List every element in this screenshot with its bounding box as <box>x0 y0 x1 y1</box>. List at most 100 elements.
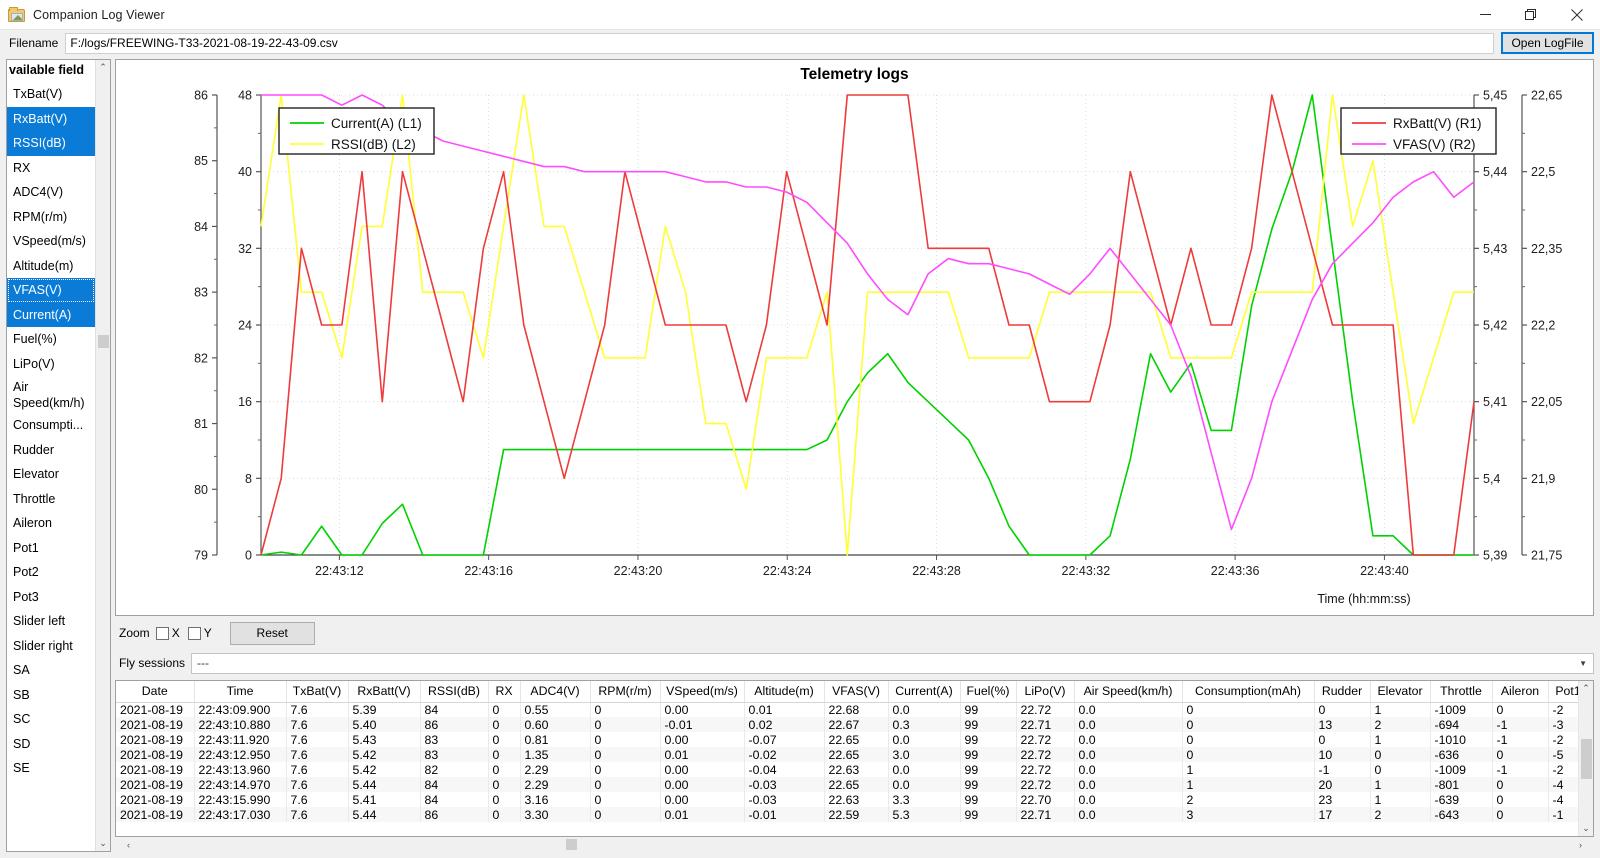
table-vscroll-thumb[interactable] <box>1581 738 1592 779</box>
table-cell: -4 <box>1548 792 1578 807</box>
table-column-header[interactable]: Fuel(%) <box>960 681 1017 703</box>
sidebar-item-aileron[interactable]: Aileron <box>7 511 95 536</box>
sidebar-item-slider-left[interactable]: Slider left <box>7 609 95 634</box>
sidebar-item-air-speed-km-h[interactable]: Air Speed(km/h) <box>7 376 95 413</box>
sidebar-item-se[interactable]: SE <box>7 756 95 781</box>
sidebar-scroll-down-icon[interactable]: ⌄ <box>96 836 110 851</box>
sidebar-item-sd[interactable]: SD <box>7 732 95 757</box>
sidebar-scroll-thumb[interactable] <box>98 335 109 348</box>
table-column-header[interactable]: Time <box>194 681 287 703</box>
zoom-y-checkbox[interactable] <box>187 626 201 640</box>
table-column-header[interactable]: Rudder <box>1314 681 1371 703</box>
table-scroll-left-icon[interactable]: ‹ <box>121 840 136 850</box>
table-row[interactable]: 2021-08-19 22:43:10.880 7.6 5.40 86 0 0.60 0 -0.… <box>116 717 1578 732</box>
table-row[interactable]: 2021-08-19 22:43:14.970 7.6 5.44 84 0 2.29 0 0.0… <box>116 777 1578 792</box>
table-cell: 5.3 <box>888 807 961 822</box>
available-fields-list[interactable]: vailable field TxBat(V) RxBatt(V) RSSI(dB)… <box>7 60 95 851</box>
sidebar-item-rpm-r-m[interactable]: RPM(r/m) <box>7 205 95 230</box>
table-row[interactable]: 2021-08-19 22:43:15.990 7.6 5.41 84 0 3.16 0 0.0… <box>116 792 1578 807</box>
table-column-header[interactable]: Consumption(mAh) <box>1182 681 1315 703</box>
sidebar-item-rudder[interactable]: Rudder <box>7 438 95 463</box>
table-scroll-down-icon[interactable]: ⌄ <box>1579 821 1593 836</box>
table-row[interactable]: 2021-08-19 22:43:11.920 7.6 5.43 83 0 0.81 0 0.0… <box>116 732 1578 747</box>
table-column-header[interactable]: Throttle <box>1430 681 1493 703</box>
table-column-header[interactable]: TxBat(V) <box>286 681 349 703</box>
chart-text: 80 <box>194 483 208 497</box>
chart-canvas[interactable]: 22:43:12 22:43:16 22:43:20 22:43:24 22:43:28… <box>116 60 1594 615</box>
table-scroll-right-icon[interactable]: › <box>1573 840 1588 850</box>
sidebar-item-fuel[interactable]: Fuel(%) <box>7 327 95 352</box>
table-cell: 22.65 <box>824 777 889 792</box>
fly-sessions-select[interactable]: --- ▼ <box>191 652 1594 674</box>
table-vertical-scrollbar[interactable]: ⌃ ⌄ <box>1578 681 1593 836</box>
table-column-header[interactable]: Date <box>116 681 195 703</box>
sidebar-item-pot1[interactable]: Pot1 <box>7 536 95 561</box>
table-column-header[interactable]: Aileron <box>1492 681 1549 703</box>
sidebar-item-pot3[interactable]: Pot3 <box>7 585 95 610</box>
table-column-header[interactable]: RSSI(dB) <box>420 681 489 703</box>
table-column-header[interactable]: RX <box>488 681 521 703</box>
table-cell: 2.29 <box>520 777 591 792</box>
table-cell: 7.6 <box>286 792 349 807</box>
telemetry-chart[interactable]: Telemetry logs 22:43:12 22:43:16 22:43:20 2… <box>115 59 1594 616</box>
table-column-header[interactable]: Altitude(m) <box>744 681 825 703</box>
table-column-header[interactable]: Current(A) <box>888 681 961 703</box>
sidebar-item-elevator[interactable]: Elevator <box>7 462 95 487</box>
sidebar-scrollbar[interactable]: ⌃ ⌄ <box>95 60 110 851</box>
chart-text: VFAS(V) (R2) <box>1393 137 1476 152</box>
maximize-button[interactable] <box>1508 0 1554 30</box>
table-hscroll-thumb[interactable] <box>566 839 577 850</box>
sidebar-item-throttle[interactable]: Throttle <box>7 487 95 512</box>
sidebar-item-sc[interactable]: SC <box>7 707 95 732</box>
sidebar-item-current-a[interactable]: Current(A) <box>7 302 95 327</box>
table-column-header[interactable]: Air Speed(km/h) <box>1074 681 1183 703</box>
table-scroll-up-icon[interactable]: ⌃ <box>1579 681 1593 696</box>
log-table[interactable]: Date Time TxBat(V) RxBatt(V) RSSI(dB) RX ADC4(… <box>116 681 1578 822</box>
table-cell: 22:43:12.950 <box>194 747 287 762</box>
sidebar-item-rxbatt-v[interactable]: RxBatt(V) <box>7 106 95 131</box>
table-cell: 0 <box>1492 807 1549 822</box>
sidebar-item-consumpti[interactable]: Consumpti... <box>7 413 95 438</box>
table-cell: 2021-08-19 <box>116 732 195 747</box>
close-button[interactable] <box>1554 0 1600 30</box>
log-table-scroll-area[interactable]: Date Time TxBat(V) RxBatt(V) RSSI(dB) RX ADC4(… <box>116 681 1578 836</box>
sidebar-item-slider-right[interactable]: Slider right <box>7 634 95 659</box>
sidebar-item-rx[interactable]: RX <box>7 156 95 181</box>
table-row[interactable]: 2021-08-19 22:43:13.960 7.6 5.42 82 0 2.29 0 0.0… <box>116 762 1578 777</box>
table-row[interactable]: 2021-08-19 22:43:09.900 7.6 5.39 84 0 0.55 0 0.0… <box>116 702 1578 717</box>
sidebar-scroll-up-icon[interactable]: ⌃ <box>96 60 110 75</box>
table-body[interactable]: 2021-08-19 22:43:09.900 7.6 5.39 84 0 0.55 0 0.0… <box>116 702 1578 822</box>
table-cell: -0.03 <box>744 792 825 807</box>
sidebar-item-sb[interactable]: SB <box>7 683 95 708</box>
filename-input[interactable]: F:/logs/FREEWING-T33-2021-08-19-22-43-09… <box>65 32 1494 54</box>
table-column-header[interactable]: VFAS(V) <box>824 681 889 703</box>
zoom-x-checkbox[interactable] <box>155 626 169 640</box>
sidebar-item-vfas-v[interactable]: VFAS(V) <box>7 278 95 303</box>
table-column-header[interactable]: RxBatt(V) <box>348 681 421 703</box>
chart-text: 32 <box>238 242 252 256</box>
table-column-header[interactable]: VSpeed(m/s) <box>660 681 745 703</box>
table-hscroll-track[interactable] <box>136 837 1573 852</box>
table-column-header[interactable]: LiPo(V) <box>1016 681 1075 703</box>
sidebar-item-pot2[interactable]: Pot2 <box>7 560 95 585</box>
open-logfile-button[interactable]: Open LogFile <box>1501 32 1594 54</box>
sidebar-item-adc4-v[interactable]: ADC4(V) <box>7 180 95 205</box>
sidebar-item-vspeed-m-s[interactable]: VSpeed(m/s) <box>7 229 95 254</box>
sidebar-item-altitude-m[interactable]: Altitude(m) <box>7 254 95 279</box>
table-cell: -694 <box>1430 717 1493 732</box>
reset-button[interactable]: Reset <box>229 621 315 645</box>
table-column-header[interactable]: Pot1 <box>1548 681 1578 703</box>
minimize-button[interactable] <box>1462 0 1508 30</box>
table-column-header[interactable]: RPM(r/m) <box>590 681 661 703</box>
sidebar-item-sa[interactable]: SA <box>7 658 95 683</box>
chevron-down-icon[interactable]: ▼ <box>1579 654 1587 673</box>
table-row[interactable]: 2021-08-19 22:43:12.950 7.6 5.42 83 0 1.35 0 0.0… <box>116 747 1578 762</box>
sidebar-item-label: Altitude(m) <box>13 258 74 273</box>
table-column-header[interactable]: ADC4(V) <box>520 681 591 703</box>
sidebar-item-txbat-v[interactable]: TxBat(V) <box>7 82 95 107</box>
table-row[interactable]: 2021-08-19 22:43:17.030 7.6 5.44 86 0 3.30 0 0.0… <box>116 807 1578 822</box>
sidebar-item-lipo-v[interactable]: LiPo(V) <box>7 352 95 377</box>
sidebar-item-rssi-db[interactable]: RSSI(dB) <box>7 131 95 156</box>
table-column-header[interactable]: Elevator <box>1370 681 1431 703</box>
table-horizontal-scrollbar[interactable]: ‹ › <box>121 837 1588 852</box>
